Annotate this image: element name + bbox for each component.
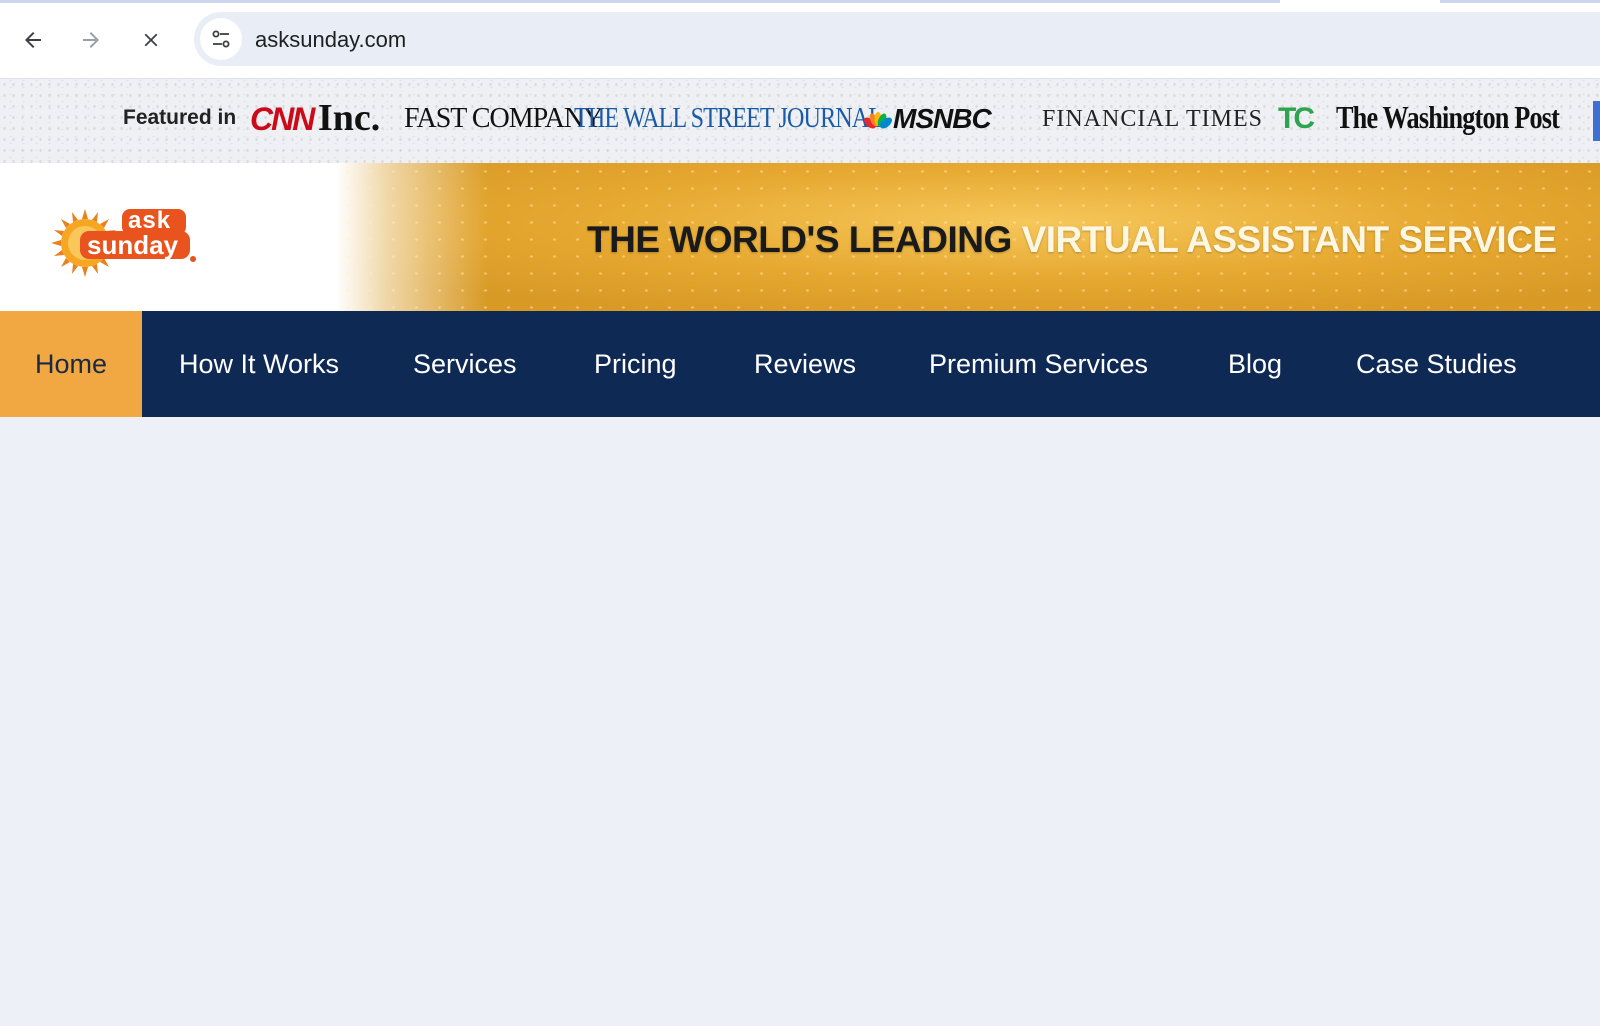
nav-item-home[interactable]: Home (0, 311, 142, 417)
nav-item-label: Services (413, 348, 517, 379)
fast-company-logo: FAST COMPANY (404, 103, 603, 134)
inc-logo: Inc. (318, 97, 381, 139)
loading-progress-bar (0, 0, 1600, 3)
nav-item-services[interactable]: Services (413, 311, 517, 417)
page-content-area (0, 417, 1600, 1026)
forward-button[interactable] (71, 20, 111, 60)
hero-tagline: THE WORLD'S LEADING VIRTUAL ASSISTANT SE… (587, 219, 1557, 261)
nav-item-how-it-works[interactable]: How It Works (179, 311, 339, 417)
stop-loading-button[interactable] (131, 20, 171, 60)
nav-item-label: Blog (1228, 348, 1283, 379)
tune-icon (212, 30, 230, 48)
wsj-logo: THE WALL STREET JOURNAL. (574, 103, 888, 134)
partial-logo (1593, 101, 1600, 141)
nav-item-label: How It Works (179, 348, 340, 379)
nbc-peacock-icon (864, 112, 892, 129)
back-button[interactable] (13, 20, 53, 60)
nav-item-label: Home (34, 348, 108, 379)
arrow-right-icon (83, 32, 99, 48)
logo-text-sunday: sunday (87, 230, 179, 260)
address-bar[interactable]: asksunday.com (194, 12, 1600, 66)
cnn-logo: CNN (250, 101, 315, 137)
close-icon (144, 33, 158, 47)
financial-times-logo: FINANCIAL TIMES (1042, 106, 1264, 132)
site-header: ask sunday THE WORLD'S LEADING VIRTUAL A… (0, 163, 1600, 311)
nav-item-label: Pricing (594, 348, 677, 379)
arrow-left-icon (25, 32, 41, 48)
nav-item-label: Reviews (754, 348, 857, 379)
nav-item-reviews[interactable]: Reviews (754, 311, 856, 417)
url-text[interactable]: asksunday.com (255, 27, 406, 53)
site-settings-button[interactable] (200, 18, 242, 60)
asksunday-logo[interactable]: ask sunday (50, 203, 200, 283)
nav-item-premium-services[interactable]: Premium Services (929, 311, 1148, 417)
nav-item-label: Premium Services (929, 348, 1149, 379)
tagline-dark: THE WORLD'S LEADING (587, 219, 1012, 260)
nav-item-case-studies[interactable]: Case Studies (1356, 311, 1517, 417)
browser-toolbar: asksunday.com (0, 0, 1600, 79)
featured-label: Featured in (123, 106, 237, 129)
nav-item-label: Case Studies (1356, 348, 1517, 379)
msnbc-logo: MSNBC (893, 103, 992, 134)
tagline-light: VIRTUAL ASSISTANT SERVICE (1021, 219, 1558, 260)
washington-post-logo: The Washington Post (1336, 99, 1560, 135)
nav-item-pricing[interactable]: Pricing (594, 311, 677, 417)
main-nav: Home How It Works Services Pricing Revie… (0, 311, 1600, 417)
techcrunch-logo: TC (1278, 102, 1315, 135)
featured-in-strip: Featured in CNN Inc. FAST COMPANY THE WA… (0, 79, 1600, 163)
nav-item-blog[interactable]: Blog (1228, 311, 1282, 417)
